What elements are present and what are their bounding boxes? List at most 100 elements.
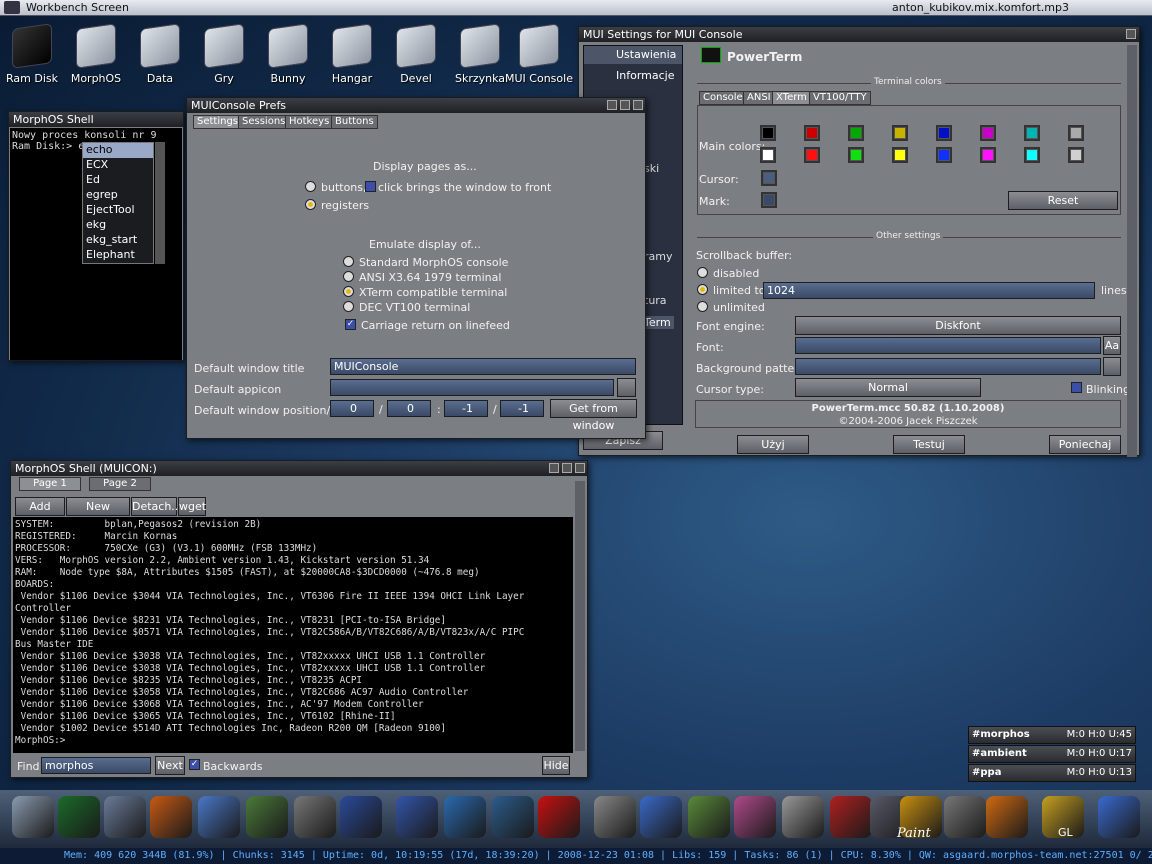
shell-output[interactable]: SYSTEM: bplan,Pegasos2 (revision 2B) REGI…	[13, 517, 573, 753]
dock-app-icon[interactable]	[986, 796, 1028, 838]
color-swatch[interactable]	[936, 147, 952, 163]
radio-emul-standard[interactable]	[343, 256, 354, 267]
width-input[interactable]: -1	[444, 400, 488, 417]
tab-sessions[interactable]: Sessions	[238, 115, 290, 129]
pattern-popup-button[interactable]	[1103, 357, 1121, 376]
desktop-icon-morphos[interactable]: MorphOS	[66, 23, 126, 85]
font-engine-cycle[interactable]: Diskfont	[795, 316, 1121, 335]
dock-app-icon[interactable]	[640, 796, 682, 838]
tab-settings[interactable]: Settings	[193, 115, 243, 129]
list-item[interactable]: ekg_start	[83, 233, 153, 248]
cancel-button[interactable]: Poniechaj	[1049, 435, 1121, 454]
radio-emul-xterm[interactable]	[343, 286, 354, 297]
iconify-icon[interactable]	[549, 463, 559, 473]
irc-channel-morphos[interactable]: #morphos M:0 H:0 U:45	[968, 726, 1136, 744]
scrollback-lines-input[interactable]: 1024	[763, 282, 1095, 299]
color-swatch[interactable]	[892, 147, 908, 163]
tab-page-2[interactable]: Page 2	[89, 477, 151, 491]
tab-hotkeys[interactable]: Hotkeys	[285, 115, 334, 129]
desktop-icon-hangar[interactable]: Hangar	[322, 23, 382, 85]
tab-console[interactable]: Console	[699, 91, 747, 105]
next-button[interactable]: Next	[155, 756, 185, 775]
backwards-checkbox[interactable]: ✓	[189, 759, 200, 770]
use-button[interactable]: Użyj	[737, 435, 809, 454]
dock-app-icon[interactable]	[782, 796, 824, 838]
radio-buttons[interactable]	[305, 181, 316, 192]
radio-registers[interactable]	[305, 199, 316, 210]
color-swatch[interactable]	[1024, 147, 1040, 163]
height-input[interactable]: -1	[500, 400, 544, 417]
depth-gadget-icon[interactable]	[633, 100, 643, 110]
color-swatch[interactable]	[1068, 147, 1084, 163]
font-popup-button[interactable]: Aa	[1103, 336, 1121, 355]
dock-app-icon[interactable]	[12, 796, 54, 838]
dock-app-icon[interactable]	[58, 796, 100, 838]
dock-app-icon[interactable]	[396, 796, 438, 838]
radio-unlimited[interactable]	[697, 301, 708, 312]
blinking-checkbox[interactable]	[1071, 382, 1082, 393]
pos-y-input[interactable]: 0	[387, 400, 431, 417]
list-item[interactable]: Elephant	[83, 248, 153, 263]
reset-button[interactable]: Reset	[1008, 191, 1118, 210]
completion-list[interactable]: echo ECX Ed egrep EjectTool ekg ekg_star…	[82, 142, 154, 264]
color-swatch[interactable]	[980, 147, 996, 163]
tab-vt100[interactable]: VT100/TTY	[809, 91, 871, 105]
dock-app-icon[interactable]	[594, 796, 636, 838]
color-swatch[interactable]	[936, 125, 952, 141]
desktop-icon-mui-console[interactable]: MUI Console	[504, 23, 574, 85]
cursor-color-swatch[interactable]	[761, 170, 777, 186]
radio-emul-vt100[interactable]	[343, 301, 354, 312]
sidebar-item-fragment[interactable]: tura	[644, 294, 667, 307]
default-title-input[interactable]: MUIConsole	[330, 358, 636, 375]
get-from-window-button[interactable]: Get from window	[550, 399, 637, 432]
dock-app-icon[interactable]	[944, 796, 986, 838]
desktop-icon-data[interactable]: Data	[130, 23, 190, 85]
default-appicon-input[interactable]	[330, 379, 614, 396]
add-page-button[interactable]: Add page	[15, 497, 65, 530]
list-item[interactable]: egrep	[83, 188, 153, 203]
irc-channel-ppa[interactable]: #ppa M:0 H:0 U:13	[968, 764, 1136, 782]
dock-app-icon[interactable]	[294, 796, 336, 838]
font-input[interactable]	[795, 337, 1101, 354]
sidebar-item-powerterm[interactable]: Term	[644, 316, 674, 329]
color-swatch[interactable]	[1024, 125, 1040, 141]
dock-app-icon[interactable]	[492, 796, 534, 838]
dock-app-icon[interactable]	[340, 796, 382, 838]
iconify-icon[interactable]	[607, 100, 617, 110]
list-item[interactable]: EjectTool	[83, 203, 153, 218]
desktop-icon-ram-disk[interactable]: Ram Disk	[2, 23, 62, 85]
desktop-icon-devel[interactable]: Devel	[386, 23, 446, 85]
window-titlebar[interactable]: MUIConsole Prefs	[187, 98, 645, 113]
dock-app-icon[interactable]	[1098, 796, 1140, 838]
zoom-icon[interactable]	[620, 100, 630, 110]
sidebar-item-informacje[interactable]: Informacje	[584, 64, 682, 86]
list-item[interactable]: echo	[83, 143, 153, 158]
file-requester-icon[interactable]	[617, 378, 636, 397]
window-titlebar[interactable]: MorphOS Shell (MUICON:)	[11, 461, 587, 476]
dock-app-icon[interactable]	[538, 796, 580, 838]
depth-gadget-icon[interactable]	[1126, 29, 1136, 39]
wget-button[interactable]: wget	[178, 497, 206, 516]
muiconsole-prefs-window[interactable]: MUIConsole Prefs Settings Sessions Hotke…	[186, 97, 646, 439]
background-pattern-input[interactable]	[795, 358, 1101, 375]
irc-channel-ambient[interactable]: #ambient M:0 H:0 U:17	[968, 745, 1136, 763]
dock-app-icon[interactable]	[104, 796, 146, 838]
shell-scrollbar[interactable]	[575, 481, 585, 751]
hide-button[interactable]: Hide	[542, 756, 570, 775]
desktop-icon-gry[interactable]: Gry	[194, 23, 254, 85]
zoom-icon[interactable]	[562, 463, 572, 473]
sidebar-item-ustawienia[interactable]: Ustawienia	[584, 46, 682, 64]
color-swatch[interactable]	[804, 147, 820, 163]
pos-x-input[interactable]: 0	[330, 400, 374, 417]
shell-window[interactable]: MorphOS Shell Nowy proces konsoli nr 9 R…	[8, 111, 184, 361]
test-button[interactable]: Testuj	[893, 435, 965, 454]
color-swatch[interactable]	[892, 125, 908, 141]
cursor-type-cycle[interactable]: Normal	[795, 378, 981, 397]
dock-app-icon[interactable]	[150, 796, 192, 838]
radio-emul-ansi[interactable]	[343, 271, 354, 282]
dock-app-icon[interactable]	[830, 796, 872, 838]
tab-ansi[interactable]: ANSI	[743, 91, 775, 105]
color-swatch[interactable]	[848, 125, 864, 141]
color-swatch[interactable]	[848, 147, 864, 163]
color-swatch[interactable]	[804, 125, 820, 141]
